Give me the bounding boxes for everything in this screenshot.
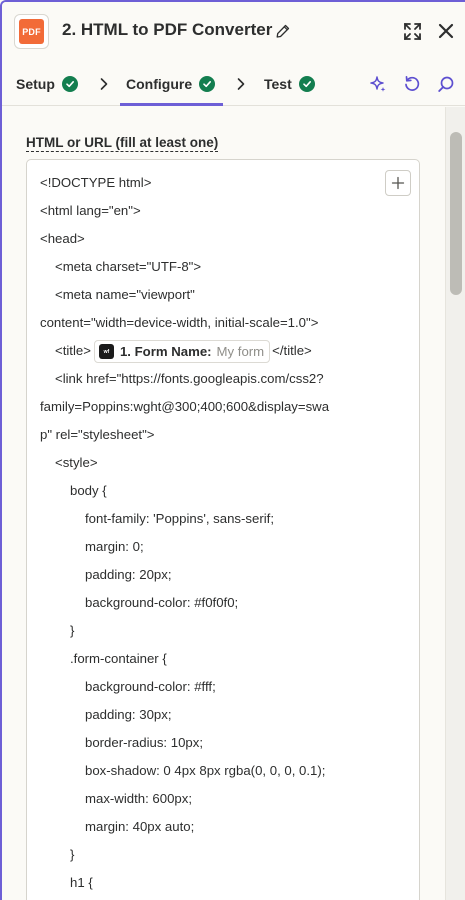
html-code-editor[interactable]: <!DOCTYPE html> <html lang="en"> <head> … [26, 159, 420, 900]
check-circle-icon [61, 76, 78, 92]
sparkle-icon[interactable] [369, 75, 387, 93]
code-line: <html lang="en"> [40, 203, 141, 218]
code-line: } [70, 623, 75, 638]
code-line: body { [70, 483, 107, 498]
step-tabs: Setup Configure Test [2, 62, 465, 106]
scrollbar-thumb[interactable] [450, 132, 462, 295]
check-circle-icon [298, 76, 315, 92]
active-tab-indicator [120, 103, 223, 106]
code-line: padding: 20px; [85, 567, 172, 582]
code-line: padding: 30px; [85, 707, 172, 722]
panel-header: PDF 2. HTML to PDF Converter [2, 2, 465, 62]
pdf-app-logo: PDF [14, 14, 49, 49]
code-line: <style> [55, 455, 98, 470]
search-icon[interactable] [437, 75, 455, 93]
code-line: h1 { [70, 875, 93, 890]
insert-data-button[interactable] [385, 170, 411, 196]
pill-field-value: My form [216, 344, 265, 359]
webflow-icon: wf [98, 344, 114, 359]
html-field-label: HTML or URL (fill at least one) [26, 135, 219, 152]
tab-test[interactable]: Test [264, 62, 315, 106]
code-line: <meta name="viewport" [55, 287, 195, 302]
code-line: border-radius: 10px; [85, 735, 204, 750]
pill-field-label: 1. Form Name: [119, 344, 212, 359]
pencil-icon[interactable] [275, 23, 291, 39]
code-line: content="width=device-width, initial-sca… [40, 315, 319, 330]
code-line: box-shadow: 0 4px 8px rgba(0, 0, 0, 0.1)… [85, 763, 326, 778]
close-icon[interactable] [437, 22, 455, 40]
code-line: p" rel="stylesheet"> [40, 427, 155, 442]
code-text: <title> [55, 342, 91, 358]
tab-configure-label: Configure [126, 76, 193, 92]
code-line: <!DOCTYPE html> [40, 175, 152, 190]
code-line: margin: 40px auto; [85, 819, 195, 834]
code-line-title: <title> wf 1. Form Name: My form </title> [55, 340, 312, 363]
code-line: font-family: 'Poppins', sans-serif; [85, 511, 274, 526]
code-line: max-width: 600px; [85, 791, 193, 806]
code-line: background-color: #fff; [85, 679, 216, 694]
code-line: <meta charset="UTF-8"> [55, 259, 202, 274]
code-line: margin: 0; [85, 539, 144, 554]
tab-setup[interactable]: Setup [16, 62, 78, 106]
tab-configure[interactable]: Configure [126, 62, 216, 106]
refresh-icon[interactable] [403, 75, 421, 93]
expand-icon[interactable] [403, 22, 422, 41]
code-line: family=Poppins:wght@300;400;600&display=… [40, 399, 330, 414]
tab-test-label: Test [264, 76, 292, 92]
step-editor-panel: PDF 2. HTML to PDF Converter Setup Confi… [0, 0, 465, 900]
code-line: } [70, 847, 75, 862]
code-line: .form-container { [70, 651, 167, 666]
tab-setup-label: Setup [16, 76, 55, 92]
code-line: background-color: #f0f0f0; [85, 595, 239, 610]
step-title[interactable]: 2. HTML to PDF Converter [62, 20, 272, 40]
chevron-right-icon [100, 78, 108, 90]
configure-form: HTML or URL (fill at least one) <!DOCTYP… [2, 107, 445, 900]
plus-icon [391, 176, 405, 190]
scrollbar[interactable] [445, 107, 465, 900]
chevron-right-icon [237, 78, 245, 90]
check-circle-icon [199, 76, 216, 92]
form-name-data-pill[interactable]: wf 1. Form Name: My form [93, 340, 271, 363]
code-line: <link href="https://fonts.googleapis.com… [55, 371, 324, 386]
pdf-logo-text: PDF [19, 19, 44, 44]
code-line: <head> [40, 231, 85, 246]
code-text: </title> [272, 342, 312, 358]
